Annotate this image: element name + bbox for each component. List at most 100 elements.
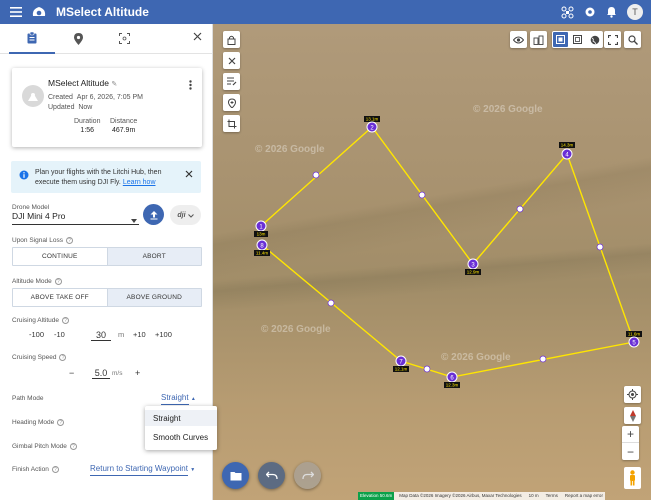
app-title: MSelect Altitude xyxy=(56,5,149,19)
gear-icon[interactable] xyxy=(584,6,596,18)
svg-text:13m: 13m xyxy=(257,232,266,237)
altitude-input[interactable]: 30 xyxy=(91,330,111,341)
chevron-down-icon xyxy=(187,211,194,220)
drone-model-label: Drone Model xyxy=(12,204,50,211)
report-error-link[interactable]: Report a map error xyxy=(563,492,605,500)
dji-logo-icon: dji xyxy=(177,211,186,219)
map-type-group xyxy=(552,31,603,48)
crop-rotate-icon xyxy=(227,119,236,128)
altitude-take-off-option[interactable]: ABOVE TAKE OFF xyxy=(13,289,107,306)
crosshair-icon xyxy=(118,33,130,44)
help-icon: ? xyxy=(54,278,62,285)
add-poi-button[interactable] xyxy=(223,94,240,111)
mission-avatar-icon xyxy=(22,85,44,107)
speed-minus-button[interactable]: − xyxy=(69,368,74,378)
waypoint-1: 113m xyxy=(254,220,268,237)
signal-abort-option[interactable]: ABORT xyxy=(106,248,201,265)
undo-icon xyxy=(265,471,278,480)
3d-view-button[interactable] xyxy=(530,31,547,48)
altitude-plus10-button[interactable]: +10 xyxy=(133,330,146,339)
dji-app-select[interactable]: dji xyxy=(170,205,201,225)
map-attribution: Map Data ©2026 Imagery ©2026 Airbus, Max… xyxy=(399,493,522,498)
waypoint-2: 13.1m2 xyxy=(364,116,380,133)
info-icon xyxy=(19,170,29,182)
speed-plus-button[interactable]: + xyxy=(135,368,140,378)
caret-up-icon: ▲ xyxy=(190,396,196,402)
eye-icon xyxy=(513,36,524,43)
mission-created: Created Apr 6, 2026, 7:05 PM xyxy=(48,94,143,101)
mission-updated: Updated Now xyxy=(48,104,93,111)
altitude-minus10-button[interactable]: -10 xyxy=(54,330,65,339)
clipboard-icon xyxy=(27,31,37,43)
caret-down-icon: ▼ xyxy=(190,467,196,473)
path-mode-option-straight[interactable]: Straight xyxy=(145,410,217,426)
edit-list-button[interactable] xyxy=(223,73,240,90)
signal-loss-label: Upon Signal Loss? xyxy=(12,237,73,244)
waypoint-4: 14.3m4 xyxy=(559,142,575,160)
map-scale[interactable]: 10 m xyxy=(527,492,541,500)
svg-text:11.6m: 11.6m xyxy=(628,332,640,337)
lock-button[interactable] xyxy=(223,31,240,48)
altitude-plus100-button[interactable]: +100 xyxy=(155,330,172,339)
path-mode-label: Path Mode xyxy=(12,395,44,402)
svg-text:14.3m: 14.3m xyxy=(561,143,574,148)
speed-input[interactable]: 5.0 xyxy=(92,368,110,379)
map-type-map-button[interactable] xyxy=(570,32,585,47)
altitude-minus100-button[interactable]: -100 xyxy=(29,330,44,339)
compass-icon xyxy=(629,409,636,422)
drone-model-select[interactable]: DJI Mini 4 Pro xyxy=(12,211,139,225)
open-folder-button[interactable] xyxy=(222,462,249,489)
terms-link[interactable]: Terms xyxy=(544,492,560,500)
path-mode-select[interactable]: Straight ▲ xyxy=(161,393,196,405)
edit-list-icon xyxy=(226,77,236,86)
zoom-in-button[interactable]: + xyxy=(622,426,639,443)
waypoint-7: 712.1m xyxy=(393,355,409,372)
street-view-pegman-icon[interactable] xyxy=(624,467,641,489)
tab-location[interactable] xyxy=(55,24,101,54)
signal-continue-option[interactable]: CONTINUE xyxy=(13,248,107,265)
path-mode-option-smooth[interactable]: Smooth Curves xyxy=(145,429,217,445)
zoom-out-button[interactable]: − xyxy=(622,443,639,460)
my-location-button[interactable] xyxy=(624,386,641,403)
zoom-control: + − xyxy=(622,426,639,460)
caret-down-icon xyxy=(131,215,137,225)
add-location-icon xyxy=(227,97,236,108)
panel-tabs xyxy=(0,24,212,54)
pin-icon xyxy=(73,32,83,45)
tab-crosshair[interactable] xyxy=(101,24,147,54)
cruising-altitude-control: -100 -10 30 m +10 +100 xyxy=(12,330,202,344)
fullscreen-button[interactable] xyxy=(604,31,621,48)
svg-text:12.3m: 12.3m xyxy=(446,383,459,388)
clear-button[interactable] xyxy=(223,52,240,69)
finish-action-select[interactable]: Return to Starting Waypoint ▼ xyxy=(90,464,196,476)
map-search-button[interactable] xyxy=(624,31,641,48)
map-type-satellite-button[interactable] xyxy=(553,32,568,47)
altitude-ground-option[interactable]: ABOVE GROUND xyxy=(106,289,201,306)
bell-icon[interactable] xyxy=(606,6,617,18)
mission-name: MSelect Altitude ✎ xyxy=(48,78,118,88)
elevation-readout: Elevation 50.6m xyxy=(358,492,395,500)
transform-button[interactable] xyxy=(223,115,240,132)
edit-pencil-icon[interactable]: ✎ xyxy=(111,81,117,88)
map-icon xyxy=(573,35,582,44)
close-panel-button[interactable] xyxy=(193,32,202,43)
map-view[interactable]: © 2026 Google © 2026 Google © 2026 Googl… xyxy=(213,24,651,500)
svg-text:13.1m: 13.1m xyxy=(366,117,379,122)
undo-button[interactable] xyxy=(258,462,285,489)
redo-button[interactable] xyxy=(294,462,321,489)
help-icon: ? xyxy=(59,354,67,361)
distance-stat: Distance 467.9m xyxy=(110,118,138,134)
learn-how-link[interactable]: Learn how xyxy=(123,179,156,186)
litchi-logo-icon xyxy=(30,3,48,21)
visibility-button[interactable] xyxy=(510,31,527,48)
upload-button[interactable] xyxy=(143,204,164,225)
menu-icon[interactable] xyxy=(4,0,28,24)
drone-icon[interactable] xyxy=(561,6,574,19)
avatar[interactable]: T xyxy=(627,4,643,20)
tab-mission[interactable] xyxy=(9,24,55,54)
dismiss-info-button[interactable] xyxy=(185,170,193,180)
more-vert-icon[interactable] xyxy=(189,80,192,92)
map-type-globe-button[interactable] xyxy=(587,32,602,47)
compass-button[interactable] xyxy=(624,407,641,424)
info-banner: Plan your flights with the Litchi Hub, t… xyxy=(11,161,201,193)
